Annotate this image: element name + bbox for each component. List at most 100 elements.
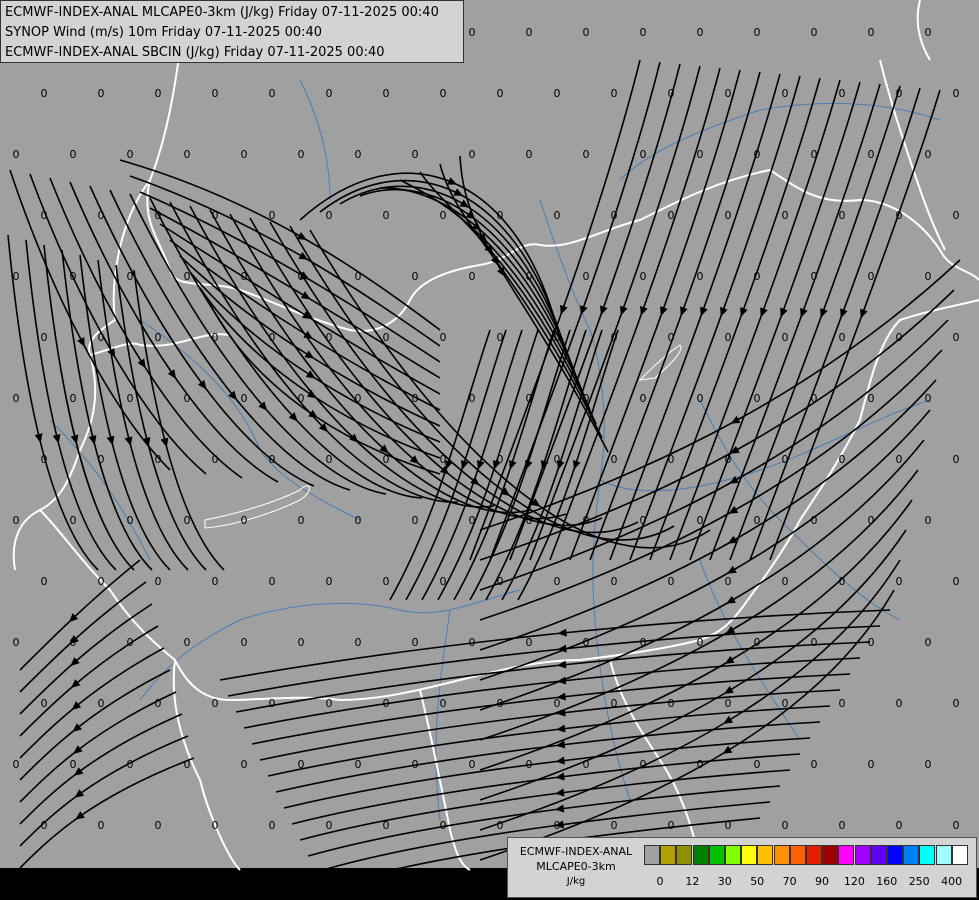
sbcin-value: 0 <box>640 392 647 405</box>
sbcin-value: 0 <box>725 575 732 588</box>
sbcin-value: 0 <box>526 148 533 161</box>
sbcin-value: 0 <box>953 697 960 710</box>
sbcin-value: 0 <box>554 331 561 344</box>
sbcin-value: 0 <box>611 209 618 222</box>
sbcin-value: 0 <box>811 26 818 39</box>
sbcin-value: 0 <box>554 575 561 588</box>
sbcin-value: 0 <box>98 697 105 710</box>
sbcin-value: 0 <box>127 758 134 771</box>
sbcin-value: 0 <box>269 331 276 344</box>
sbcin-value: 0 <box>326 819 333 832</box>
sbcin-value: 0 <box>640 758 647 771</box>
sbcin-value: 0 <box>953 819 960 832</box>
sbcin-value: 0 <box>355 270 362 283</box>
sbcin-value: 0 <box>640 270 647 283</box>
sbcin-value: 0 <box>70 514 77 527</box>
sbcin-value: 0 <box>697 636 704 649</box>
sbcin-value: 0 <box>839 209 846 222</box>
sbcin-value: 0 <box>212 819 219 832</box>
sbcin-value: 0 <box>355 514 362 527</box>
sbcin-value: 0 <box>355 148 362 161</box>
sbcin-value: 0 <box>754 26 761 39</box>
sbcin-value: 0 <box>868 636 875 649</box>
sbcin-value: 0 <box>640 26 647 39</box>
sbcin-value: 0 <box>298 514 305 527</box>
legend-model: ECMWF-INDEX-ANAL <box>519 845 633 858</box>
sbcin-value: 0 <box>469 148 476 161</box>
sbcin-value: 0 <box>811 636 818 649</box>
sbcin-value: 0 <box>184 514 191 527</box>
sbcin-value: 0 <box>497 209 504 222</box>
map-title-box: ECMWF-INDEX-ANAL MLCAPE0-3km (J/kg) Frid… <box>0 0 464 63</box>
sbcin-value: 0 <box>526 758 533 771</box>
sbcin-value: 0 <box>269 87 276 100</box>
sbcin-value: 0 <box>497 87 504 100</box>
sbcin-value: 0 <box>953 209 960 222</box>
sbcin-value: 0 <box>668 697 675 710</box>
sbcin-value: 0 <box>212 697 219 710</box>
sbcin-value: 0 <box>155 453 162 466</box>
sbcin-value: 0 <box>70 758 77 771</box>
sbcin-value: 0 <box>953 453 960 466</box>
sbcin-value: 0 <box>754 392 761 405</box>
sbcin-value: 0 <box>640 636 647 649</box>
sbcin-value: 0 <box>868 514 875 527</box>
legend-swatch <box>838 845 855 865</box>
sbcin-value: 0 <box>668 87 675 100</box>
sbcin-value: 0 <box>383 697 390 710</box>
sbcin-value: 0 <box>326 209 333 222</box>
sbcin-value: 0 <box>554 209 561 222</box>
sbcin-value: 0 <box>782 209 789 222</box>
sbcin-value: 0 <box>868 758 875 771</box>
sbcin-value: 0 <box>725 331 732 344</box>
sbcin-value: 0 <box>241 636 248 649</box>
sbcin-value: 0 <box>383 575 390 588</box>
sbcin-value: 0 <box>184 392 191 405</box>
sbcin-value: 0 <box>583 270 590 283</box>
sbcin-value: 0 <box>868 26 875 39</box>
sbcin-value: 0 <box>697 758 704 771</box>
sbcin-value: 0 <box>98 331 105 344</box>
sbcin-value: 0 <box>754 148 761 161</box>
legend-tick-label: 30 <box>717 875 732 888</box>
sbcin-value: 0 <box>269 819 276 832</box>
sbcin-value: 0 <box>440 453 447 466</box>
sbcin-value: 0 <box>383 87 390 100</box>
sbcin-value: 0 <box>497 331 504 344</box>
sbcin-value: 0 <box>868 270 875 283</box>
sbcin-value: 0 <box>469 26 476 39</box>
sbcin-value: 0 <box>412 270 419 283</box>
legend-swatch <box>789 845 806 865</box>
sbcin-value: 0 <box>611 819 618 832</box>
sbcin-value: 0 <box>440 331 447 344</box>
sbcin-value: 0 <box>839 331 846 344</box>
sbcin-value: 0 <box>868 392 875 405</box>
sbcin-value: 0 <box>41 575 48 588</box>
sbcin-value: 0 <box>440 87 447 100</box>
legend-param: MLCAPE0-3km <box>536 860 616 873</box>
sbcin-value: 0 <box>184 148 191 161</box>
legend-tick-label: 50 <box>750 875 765 888</box>
sbcin-value: 0 <box>155 575 162 588</box>
sbcin-value: 0 <box>554 819 561 832</box>
sbcin-value: 0 <box>98 453 105 466</box>
sbcin-value: 0 <box>298 148 305 161</box>
sbcin-value: 0 <box>526 514 533 527</box>
sbcin-value: 0 <box>811 514 818 527</box>
sbcin-value: 0 <box>469 758 476 771</box>
sbcin-value: 0 <box>811 392 818 405</box>
sbcin-value: 0 <box>782 819 789 832</box>
sbcin-value: 0 <box>754 758 761 771</box>
legend-swatch <box>676 845 693 865</box>
sbcin-value: 0 <box>41 209 48 222</box>
sbcin-value: 0 <box>241 270 248 283</box>
sbcin-value: 0 <box>583 392 590 405</box>
sbcin-value: 0 <box>896 697 903 710</box>
legend-tick-label: 250 <box>908 875 930 888</box>
sbcin-value: 0 <box>526 392 533 405</box>
legend-swatch <box>822 845 839 865</box>
sbcin-value: 0 <box>469 270 476 283</box>
sbcin-value: 0 <box>269 575 276 588</box>
sbcin-value: 0 <box>241 392 248 405</box>
sbcin-value: 0 <box>412 148 419 161</box>
